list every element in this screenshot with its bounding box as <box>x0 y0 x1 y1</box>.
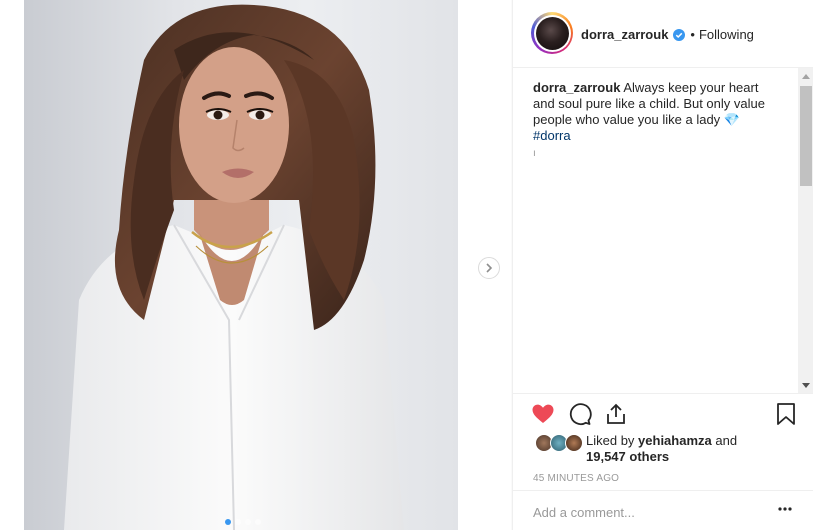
verified-badge-icon <box>673 28 686 41</box>
hashtag-link[interactable]: #dorra <box>533 128 783 144</box>
chevron-right-icon <box>486 263 493 273</box>
post-actions <box>531 402 801 428</box>
post-header: dorra_zarrouk • Following <box>513 0 813 68</box>
comment-form <box>513 490 813 530</box>
avatar <box>565 434 583 452</box>
more-options-icon[interactable] <box>778 507 792 511</box>
comments-scrollbar[interactable] <box>798 68 813 393</box>
carousel-dot <box>235 519 241 525</box>
caption-mark: ı <box>533 148 536 159</box>
comment-bubble-icon[interactable] <box>568 402 592 426</box>
caret-up-icon <box>802 74 810 79</box>
likes-others-link[interactable]: 19,547 others <box>586 449 669 464</box>
caption-username[interactable]: dorra_zarrouk <box>533 80 620 95</box>
likes-and: and <box>715 433 738 448</box>
likes-summary: Liked by yehiahamza and 19,547 others <box>535 432 805 466</box>
avatar-story-ring[interactable] <box>531 12 573 54</box>
following-button[interactable]: Following <box>699 27 754 42</box>
avatar <box>535 16 569 50</box>
comments-section[interactable]: dorra_zarrouk Always keep your heart and… <box>513 68 813 394</box>
carousel-dot <box>255 519 261 525</box>
scroll-down-button[interactable] <box>798 378 813 393</box>
carousel-dot <box>245 519 251 525</box>
likes-prefix: Liked by <box>586 433 635 448</box>
post-photo[interactable] <box>24 0 458 530</box>
post-sidebar: dorra_zarrouk • Following dorra_zarrouk … <box>512 0 813 530</box>
bookmark-icon[interactable] <box>775 402 797 426</box>
likes-text: Liked by yehiahamza and 19,547 others <box>586 433 746 465</box>
liker-username[interactable]: yehiahamza <box>638 433 712 448</box>
photo-illustration <box>64 4 404 530</box>
scroll-up-button[interactable] <box>798 68 813 84</box>
comment-input[interactable] <box>533 505 753 520</box>
next-slide-button[interactable] <box>478 257 500 279</box>
post-timestamp[interactable]: 45 MINUTES AGO <box>533 473 619 484</box>
carousel-indicator <box>225 519 261 525</box>
scroll-thumb[interactable] <box>800 86 812 186</box>
caret-down-icon <box>802 383 810 388</box>
heart-filled-icon[interactable] <box>531 402 555 426</box>
post-caption: dorra_zarrouk Always keep your heart and… <box>533 80 783 162</box>
share-icon[interactable] <box>604 402 628 426</box>
carousel-dot-active <box>225 519 231 525</box>
separator-dot: • <box>690 27 695 42</box>
author-username[interactable]: dorra_zarrouk <box>581 27 668 42</box>
post-media-pane <box>0 0 511 530</box>
liker-avatars[interactable] <box>535 434 583 452</box>
